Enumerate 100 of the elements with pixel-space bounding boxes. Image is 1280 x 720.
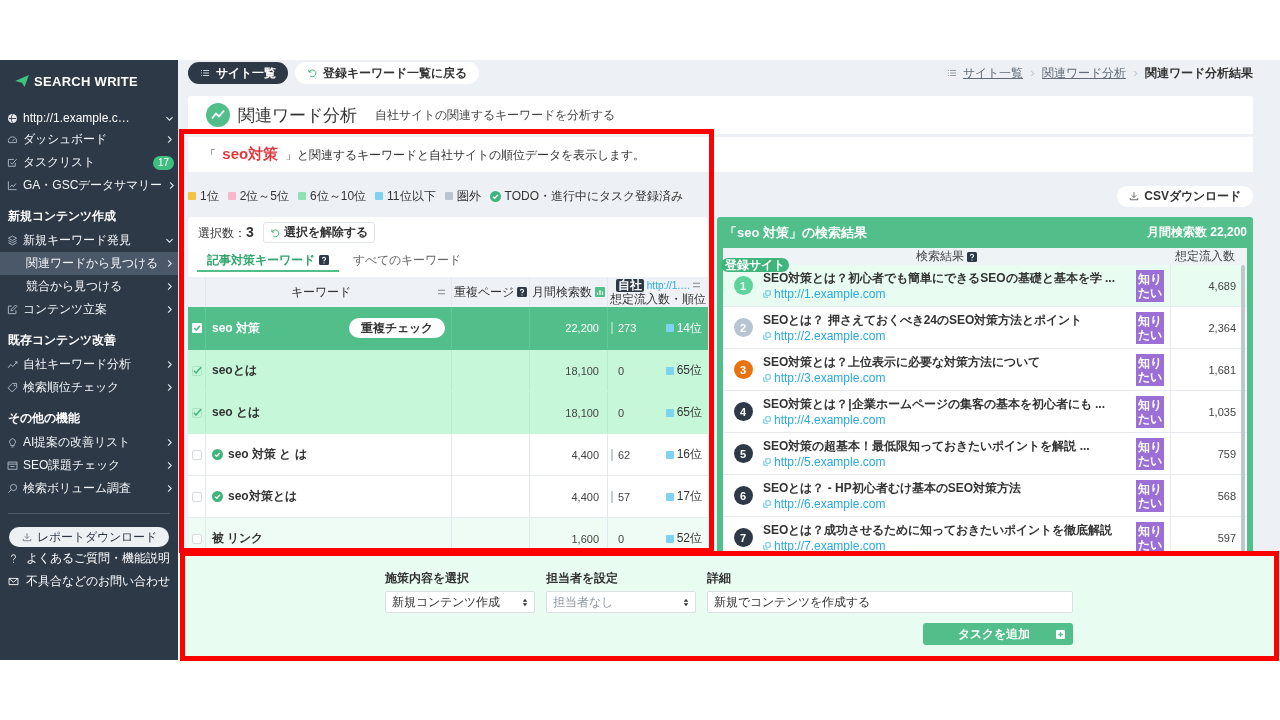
nav-item[interactable]: 自社キーワード分析	[0, 353, 178, 376]
traffic-value: 1,681	[1208, 363, 1236, 376]
table-row[interactable]: seoとは 18,100 0 65位	[188, 350, 708, 392]
rank-badge: 1	[733, 276, 753, 295]
checkbox[interactable]	[191, 365, 202, 376]
search-volume: 4,400	[571, 490, 599, 503]
nav-item[interactable]: 競合から見つける	[0, 275, 178, 298]
rank-badge: 3	[733, 360, 753, 379]
checkbox[interactable]	[191, 491, 202, 502]
legend-label: 11位以下	[387, 187, 436, 205]
mail-icon	[8, 575, 19, 587]
intent-tag: 知りたい	[1136, 395, 1164, 428]
rank-badge: 6	[733, 486, 753, 505]
check-circle-icon	[489, 190, 501, 202]
edit-icon	[7, 304, 18, 315]
result-title: SEOとは？ - HP初心者むけ基本のSEO対策方法	[763, 480, 1023, 495]
trend-line-icon	[7, 359, 18, 370]
selection-count: 選択数：3	[198, 223, 254, 242]
nav-item[interactable]: ダッシュボード	[0, 128, 178, 151]
nav-item[interactable]: AI提案の改善リスト	[0, 431, 178, 454]
chevron-right-icon	[1029, 69, 1036, 77]
rank-badge: 7	[733, 528, 753, 547]
rank-text: 14位	[676, 319, 702, 337]
back-button[interactable]: 登録キーワード一覧に戻る	[295, 62, 479, 84]
tab[interactable]: すべてのキーワード	[343, 250, 471, 272]
help-link[interactable]: 不具合などのお問い合わせ	[0, 570, 178, 592]
checkbox[interactable]	[191, 533, 202, 544]
traffic-value: 597	[1217, 531, 1236, 544]
intent-tag: 知りたい	[1136, 353, 1164, 386]
traffic-value: 62	[618, 448, 631, 461]
legend-label: 6位～10位	[310, 187, 367, 205]
nav-item[interactable]: GA・GSCデータサマリー	[0, 174, 178, 197]
legend-label: 1位	[200, 187, 219, 205]
intent-tag: 知りたい	[1136, 311, 1164, 344]
column-label: 想定流入数・順位	[610, 292, 706, 306]
traffic-value: 4,689	[1208, 279, 1236, 292]
nav-item[interactable]: 関連ワードから見つける	[0, 252, 178, 275]
plus-square-icon	[1056, 629, 1065, 639]
checkbox[interactable]	[191, 323, 202, 333]
csv-download-button[interactable]: CSVダウンロード	[1117, 185, 1253, 207]
select-field[interactable]: 新規コンテンツ作成	[385, 591, 535, 613]
undo-icon	[307, 68, 317, 78]
result-title: SEO対策とは？初心者でも簡単にできるSEOの基礎と基本を学 ...	[763, 270, 1117, 285]
lightbulb-icon	[7, 437, 18, 448]
rank-badge: 2	[733, 318, 753, 337]
field-label: 詳細	[707, 571, 732, 586]
nav-item[interactable]: タスクリスト 17	[0, 151, 178, 174]
traffic-value: 273	[618, 322, 637, 334]
list-icon	[947, 68, 957, 78]
report-download-button[interactable]: レポートダウンロード	[9, 527, 169, 547]
search-volume: 18,100	[565, 406, 599, 419]
nav-item[interactable]: 検索ボリューム調査	[0, 477, 178, 500]
search-volume: 1,600	[571, 532, 599, 545]
breadcrumb-link[interactable]: サイト一覧	[963, 64, 1023, 82]
duplicate-check-button[interactable]: 重複チェック	[349, 318, 445, 338]
traffic-value: 759	[1217, 447, 1236, 460]
registered-site-tag: 登録サイト	[721, 258, 789, 272]
breadcrumb-link[interactable]: 関連ワード分析	[1042, 64, 1126, 82]
checkbox[interactable]	[191, 449, 202, 460]
rank-text: 65位	[676, 404, 702, 421]
table-row[interactable]: seo対策とは 4,400 57 17位	[188, 476, 708, 518]
sort-icon[interactable]	[693, 282, 701, 288]
rank-badge: 5	[733, 444, 753, 463]
sort-icon[interactable]	[438, 289, 445, 295]
detail-input[interactable]: 新規でコンテンツを作成する	[707, 591, 1073, 613]
traffic-value: 568	[1217, 489, 1236, 502]
keyword-text: seo 対策	[212, 319, 260, 337]
table-row[interactable]: seo とは 18,100 0 65位	[188, 392, 708, 434]
nav-item[interactable]: 検索順位チェック	[0, 376, 178, 399]
section-heading: 既存コンテンツ改善	[7, 332, 117, 349]
clear-selection-button[interactable]: 選択を解除する	[262, 222, 375, 243]
help-icon	[967, 251, 977, 262]
download-icon	[21, 532, 32, 542]
tag-icon	[7, 382, 18, 393]
sort-arrows-icon	[683, 597, 689, 607]
nav-item[interactable]: 新規キーワード発見	[0, 229, 178, 252]
column-label: 検索結果	[916, 250, 964, 263]
results-title: 「seo 対策」の検索結果	[724, 223, 867, 242]
copy-icon	[763, 499, 771, 508]
copy-icon	[763, 289, 771, 298]
keyword-text: seoとは	[212, 362, 257, 379]
result-title: SEO対策の超基本！最低限知っておきたいポイントを解説 ...	[763, 438, 1091, 453]
table-row[interactable]: seo 対策 重複チェック 22,200 273 14位	[188, 307, 708, 350]
page-subtitle: 自社サイトの関連するキーワードを分析する	[375, 106, 615, 124]
checkbox[interactable]	[191, 407, 202, 418]
site-selector[interactable]: http://1.example.c…	[0, 108, 178, 128]
scrollbar[interactable]	[1241, 265, 1245, 553]
nav-item[interactable]: コンテンツ立案	[0, 298, 178, 321]
search-volume: 22,200	[565, 322, 599, 334]
result-title: SEOとは？ 押さえておくべき24のSEO対策方法とポイント	[763, 312, 1084, 327]
chevron-right-icon	[165, 282, 174, 291]
help-link[interactable]: よくあるご質問・機能説明	[0, 547, 178, 569]
section-heading: 新規コンテンツ作成	[7, 208, 117, 225]
legend-label: TODO・進行中にタスク登録済み	[504, 187, 683, 205]
table-row[interactable]: seo 対策 と は 4,400 62 16位	[188, 434, 708, 476]
site-list-button[interactable]: サイト一覧	[188, 62, 288, 84]
legend-label: 圏外	[456, 187, 481, 205]
nav-item[interactable]: SEO課題チェック	[0, 454, 178, 477]
traffic-value: 0	[618, 406, 625, 419]
keyword-text: seo対策とは	[228, 488, 297, 505]
